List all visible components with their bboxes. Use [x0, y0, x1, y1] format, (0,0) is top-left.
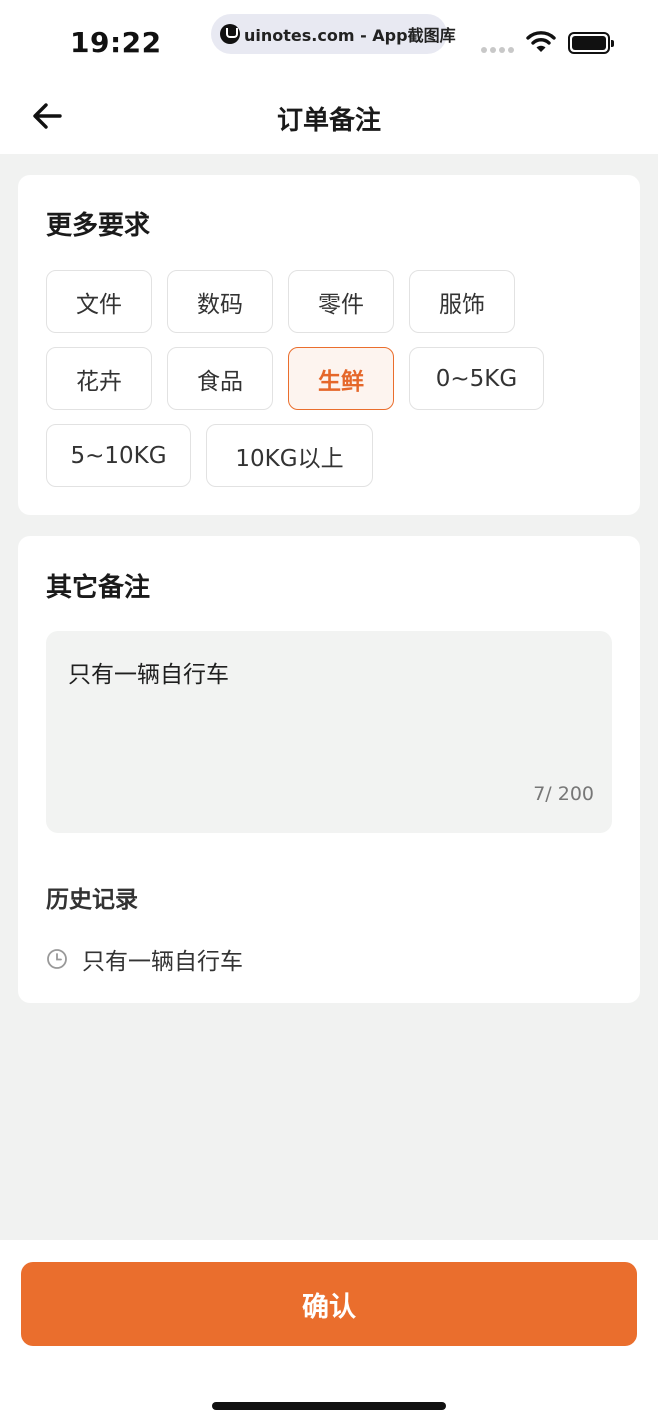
more-requirements-card: 更多要求 文件 数码 零件 服饰 花卉 食品 生鲜 0~5KG 5~10KG 1… — [18, 175, 640, 515]
clock-icon — [47, 949, 67, 969]
tag-fresh-selected[interactable]: 生鲜 — [288, 347, 394, 410]
history-item[interactable]: 只有一辆自行车 — [46, 942, 243, 976]
more-requirements-title: 更多要求 — [46, 211, 151, 241]
wifi-icon — [526, 31, 556, 52]
home-indicator — [212, 1402, 446, 1410]
tag-parts[interactable]: 零件 — [288, 270, 394, 333]
other-notes-card: 其它备注 只有一辆自行车 7/ 200 历史记录 只有一辆自行车 — [18, 536, 640, 1003]
status-time: 19:22 — [70, 26, 162, 59]
history-title: 历史记录 — [46, 887, 138, 913]
header: 19:22 uinotes.com - App截图库 订单备注 — [0, 0, 658, 154]
battery-icon — [568, 32, 614, 54]
page-title: 订单备注 — [276, 106, 381, 136]
watermark-pill: uinotes.com - App截图库 — [211, 14, 456, 54]
tag-digital[interactable]: 数码 — [167, 270, 273, 333]
footer: 确认 — [0, 1240, 658, 1424]
notes-text: 只有一辆自行车 — [68, 662, 229, 688]
tag-clothing[interactable]: 服饰 — [409, 270, 515, 333]
tag-documents[interactable]: 文件 — [46, 270, 152, 333]
watermark-text: uinotes.com - App截图库 — [244, 26, 456, 45]
tag-5-10kg[interactable]: 5~10KG — [46, 424, 191, 487]
uinotes-logo-icon — [220, 24, 240, 44]
tag-0-5kg[interactable]: 0~5KG — [409, 347, 544, 410]
history-item-label: 只有一辆自行车 — [82, 949, 243, 975]
other-notes-title: 其它备注 — [46, 573, 151, 603]
tag-food[interactable]: 食品 — [167, 347, 273, 410]
char-counter: 7/ 200 — [533, 783, 594, 805]
notes-textarea[interactable]: 只有一辆自行车 7/ 200 — [46, 631, 612, 833]
confirm-button[interactable]: 确认 — [21, 1262, 637, 1346]
tag-10kg-plus[interactable]: 10KG以上 — [206, 424, 373, 487]
tag-flowers[interactable]: 花卉 — [46, 347, 152, 410]
signal-icon — [481, 47, 514, 53]
